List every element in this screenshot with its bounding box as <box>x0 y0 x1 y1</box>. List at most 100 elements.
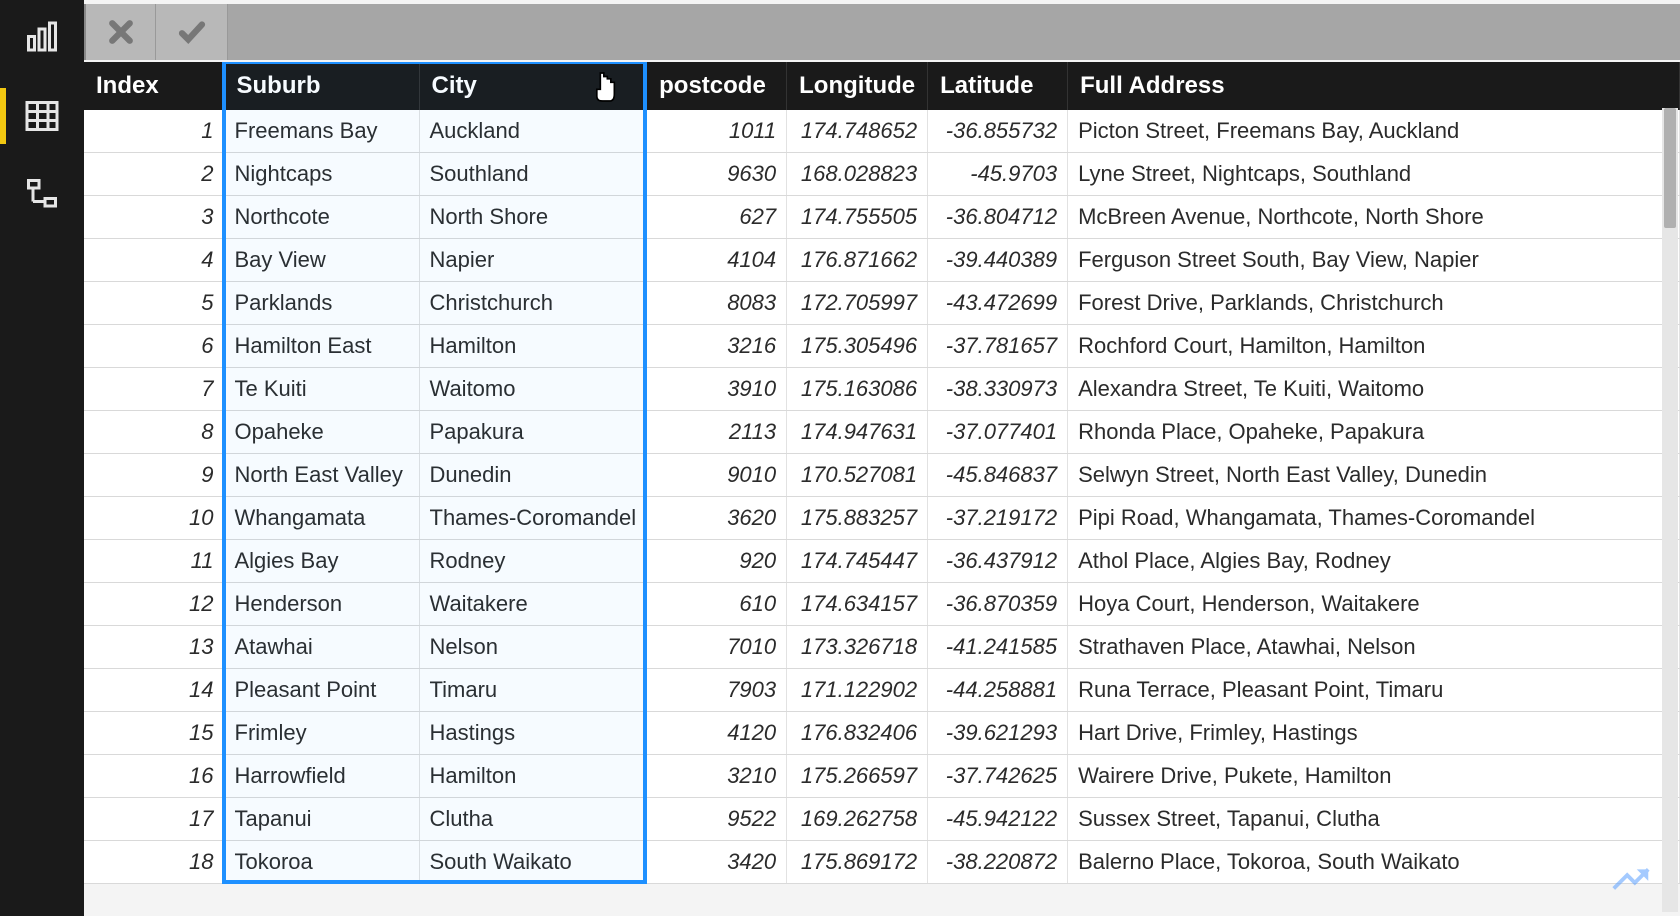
cell-full[interactable]: Forest Drive, Parklands, Christchurch <box>1068 282 1680 325</box>
cell-city[interactable]: Waitakere <box>419 583 647 626</box>
table-row[interactable]: 13AtawhaiNelson7010173.326718-41.241585S… <box>84 626 1680 669</box>
cell-suburb[interactable]: North East Valley <box>224 454 419 497</box>
cell-lat[interactable]: -37.219172 <box>928 497 1068 540</box>
cell-index[interactable]: 7 <box>84 368 224 411</box>
cell-full[interactable]: Lyne Street, Nightcaps, Southland <box>1068 153 1680 196</box>
cell-lon[interactable]: 175.266597 <box>787 755 928 798</box>
cell-index[interactable]: 12 <box>84 583 224 626</box>
vertical-scrollbar[interactable] <box>1662 108 1678 912</box>
cell-city[interactable]: Waitomo <box>419 368 647 411</box>
cell-postcode[interactable]: 3216 <box>647 325 787 368</box>
cell-city[interactable]: Papakura <box>419 411 647 454</box>
cell-lat[interactable]: -37.077401 <box>928 411 1068 454</box>
cell-city[interactable]: Christchurch <box>419 282 647 325</box>
cell-city[interactable]: North Shore <box>419 196 647 239</box>
cell-suburb[interactable]: Harrowfield <box>224 755 419 798</box>
cell-lat[interactable]: -43.472699 <box>928 282 1068 325</box>
cell-postcode[interactable]: 9630 <box>647 153 787 196</box>
header-suburb[interactable]: Suburb <box>224 62 419 110</box>
cell-lon[interactable]: 175.305496 <box>787 325 928 368</box>
cell-index[interactable]: 5 <box>84 282 224 325</box>
cell-lon[interactable]: 169.262758 <box>787 798 928 841</box>
cell-index[interactable]: 15 <box>84 712 224 755</box>
cell-suburb[interactable]: Algies Bay <box>224 540 419 583</box>
cell-index[interactable]: 11 <box>84 540 224 583</box>
cell-full[interactable]: Wairere Drive, Pukete, Hamilton <box>1068 755 1680 798</box>
header-postcode[interactable]: postcode <box>647 62 787 110</box>
cell-suburb[interactable]: Northcote <box>224 196 419 239</box>
report-view-button[interactable] <box>18 14 66 62</box>
cell-lon[interactable]: 172.705997 <box>787 282 928 325</box>
cell-city[interactable]: Southland <box>419 153 647 196</box>
scrollbar-thumb[interactable] <box>1664 108 1676 228</box>
cell-postcode[interactable]: 920 <box>647 540 787 583</box>
cell-lat[interactable]: -41.241585 <box>928 626 1068 669</box>
table-row[interactable]: 9North East ValleyDunedin9010170.527081-… <box>84 454 1680 497</box>
cell-lat[interactable]: -45.9703 <box>928 153 1068 196</box>
table-row[interactable]: 17TapanuiClutha9522169.262758-45.942122S… <box>84 798 1680 841</box>
cell-lat[interactable]: -45.846837 <box>928 454 1068 497</box>
model-view-button[interactable] <box>18 170 66 218</box>
cell-full[interactable]: Selwyn Street, North East Valley, Dunedi… <box>1068 454 1680 497</box>
table-row[interactable]: 5ParklandsChristchurch8083172.705997-43.… <box>84 282 1680 325</box>
cell-city[interactable]: Dunedin <box>419 454 647 497</box>
cell-city[interactable]: Timaru <box>419 669 647 712</box>
cell-index[interactable]: 1 <box>84 110 224 153</box>
cell-lon[interactable]: 175.883257 <box>787 497 928 540</box>
header-full-address[interactable]: Full Address <box>1068 62 1680 110</box>
cell-full[interactable]: McBreen Avenue, Northcote, North Shore <box>1068 196 1680 239</box>
cell-lat[interactable]: -37.742625 <box>928 755 1068 798</box>
formula-input[interactable] <box>228 4 1680 60</box>
cell-city[interactable]: Rodney <box>419 540 647 583</box>
cell-city[interactable]: South Waikato <box>419 841 647 884</box>
table-row[interactable]: 4Bay ViewNapier4104176.871662-39.440389F… <box>84 239 1680 282</box>
cell-lat[interactable]: -39.440389 <box>928 239 1068 282</box>
cell-suburb[interactable]: Freemans Bay <box>224 110 419 153</box>
table-row[interactable]: 18TokoroaSouth Waikato3420175.869172-38.… <box>84 841 1680 884</box>
cell-suburb[interactable]: Whangamata <box>224 497 419 540</box>
table-row[interactable]: 15FrimleyHastings4120176.832406-39.62129… <box>84 712 1680 755</box>
cell-postcode[interactable]: 610 <box>647 583 787 626</box>
cell-postcode[interactable]: 3620 <box>647 497 787 540</box>
cell-city[interactable]: Clutha <box>419 798 647 841</box>
cell-suburb[interactable]: Parklands <box>224 282 419 325</box>
cell-lat[interactable]: -45.942122 <box>928 798 1068 841</box>
cell-postcode[interactable]: 2113 <box>647 411 787 454</box>
cell-suburb[interactable]: Bay View <box>224 239 419 282</box>
table-row[interactable]: 16HarrowfieldHamilton3210175.266597-37.7… <box>84 755 1680 798</box>
cell-postcode[interactable]: 3910 <box>647 368 787 411</box>
cell-postcode[interactable]: 3420 <box>647 841 787 884</box>
cell-lon[interactable]: 170.527081 <box>787 454 928 497</box>
cell-lon[interactable]: 171.122902 <box>787 669 928 712</box>
cell-full[interactable]: Ferguson Street South, Bay View, Napier <box>1068 239 1680 282</box>
cell-full[interactable]: Hoya Court, Henderson, Waitakere <box>1068 583 1680 626</box>
cell-postcode[interactable]: 4120 <box>647 712 787 755</box>
cell-index[interactable]: 18 <box>84 841 224 884</box>
cell-suburb[interactable]: Tokoroa <box>224 841 419 884</box>
cell-suburb[interactable]: Te Kuiti <box>224 368 419 411</box>
cell-lon[interactable]: 175.163086 <box>787 368 928 411</box>
cell-city[interactable]: Hamilton <box>419 755 647 798</box>
cell-lat[interactable]: -37.781657 <box>928 325 1068 368</box>
cell-full[interactable]: Rhonda Place, Opaheke, Papakura <box>1068 411 1680 454</box>
table-row[interactable]: 1Freemans BayAuckland1011174.748652-36.8… <box>84 110 1680 153</box>
cell-postcode[interactable]: 7010 <box>647 626 787 669</box>
cell-lat[interactable]: -36.804712 <box>928 196 1068 239</box>
cell-postcode[interactable]: 3210 <box>647 755 787 798</box>
cell-postcode[interactable]: 1011 <box>647 110 787 153</box>
cell-lat[interactable]: -39.621293 <box>928 712 1068 755</box>
cell-index[interactable]: 3 <box>84 196 224 239</box>
cell-city[interactable]: Thames-Coromandel <box>419 497 647 540</box>
cell-postcode[interactable]: 627 <box>647 196 787 239</box>
cell-lon[interactable]: 168.028823 <box>787 153 928 196</box>
cell-index[interactable]: 17 <box>84 798 224 841</box>
cell-full[interactable]: Balerno Place, Tokoroa, South Waikato <box>1068 841 1680 884</box>
cell-index[interactable]: 16 <box>84 755 224 798</box>
cell-suburb[interactable]: Tapanui <box>224 798 419 841</box>
table-row[interactable]: 6Hamilton EastHamilton3216175.305496-37.… <box>84 325 1680 368</box>
cell-lon[interactable]: 175.869172 <box>787 841 928 884</box>
cell-suburb[interactable]: Pleasant Point <box>224 669 419 712</box>
table-row[interactable]: 11Algies BayRodney920174.745447-36.43791… <box>84 540 1680 583</box>
table-row[interactable]: 8OpahekePapakura2113174.947631-37.077401… <box>84 411 1680 454</box>
cell-index[interactable]: 13 <box>84 626 224 669</box>
